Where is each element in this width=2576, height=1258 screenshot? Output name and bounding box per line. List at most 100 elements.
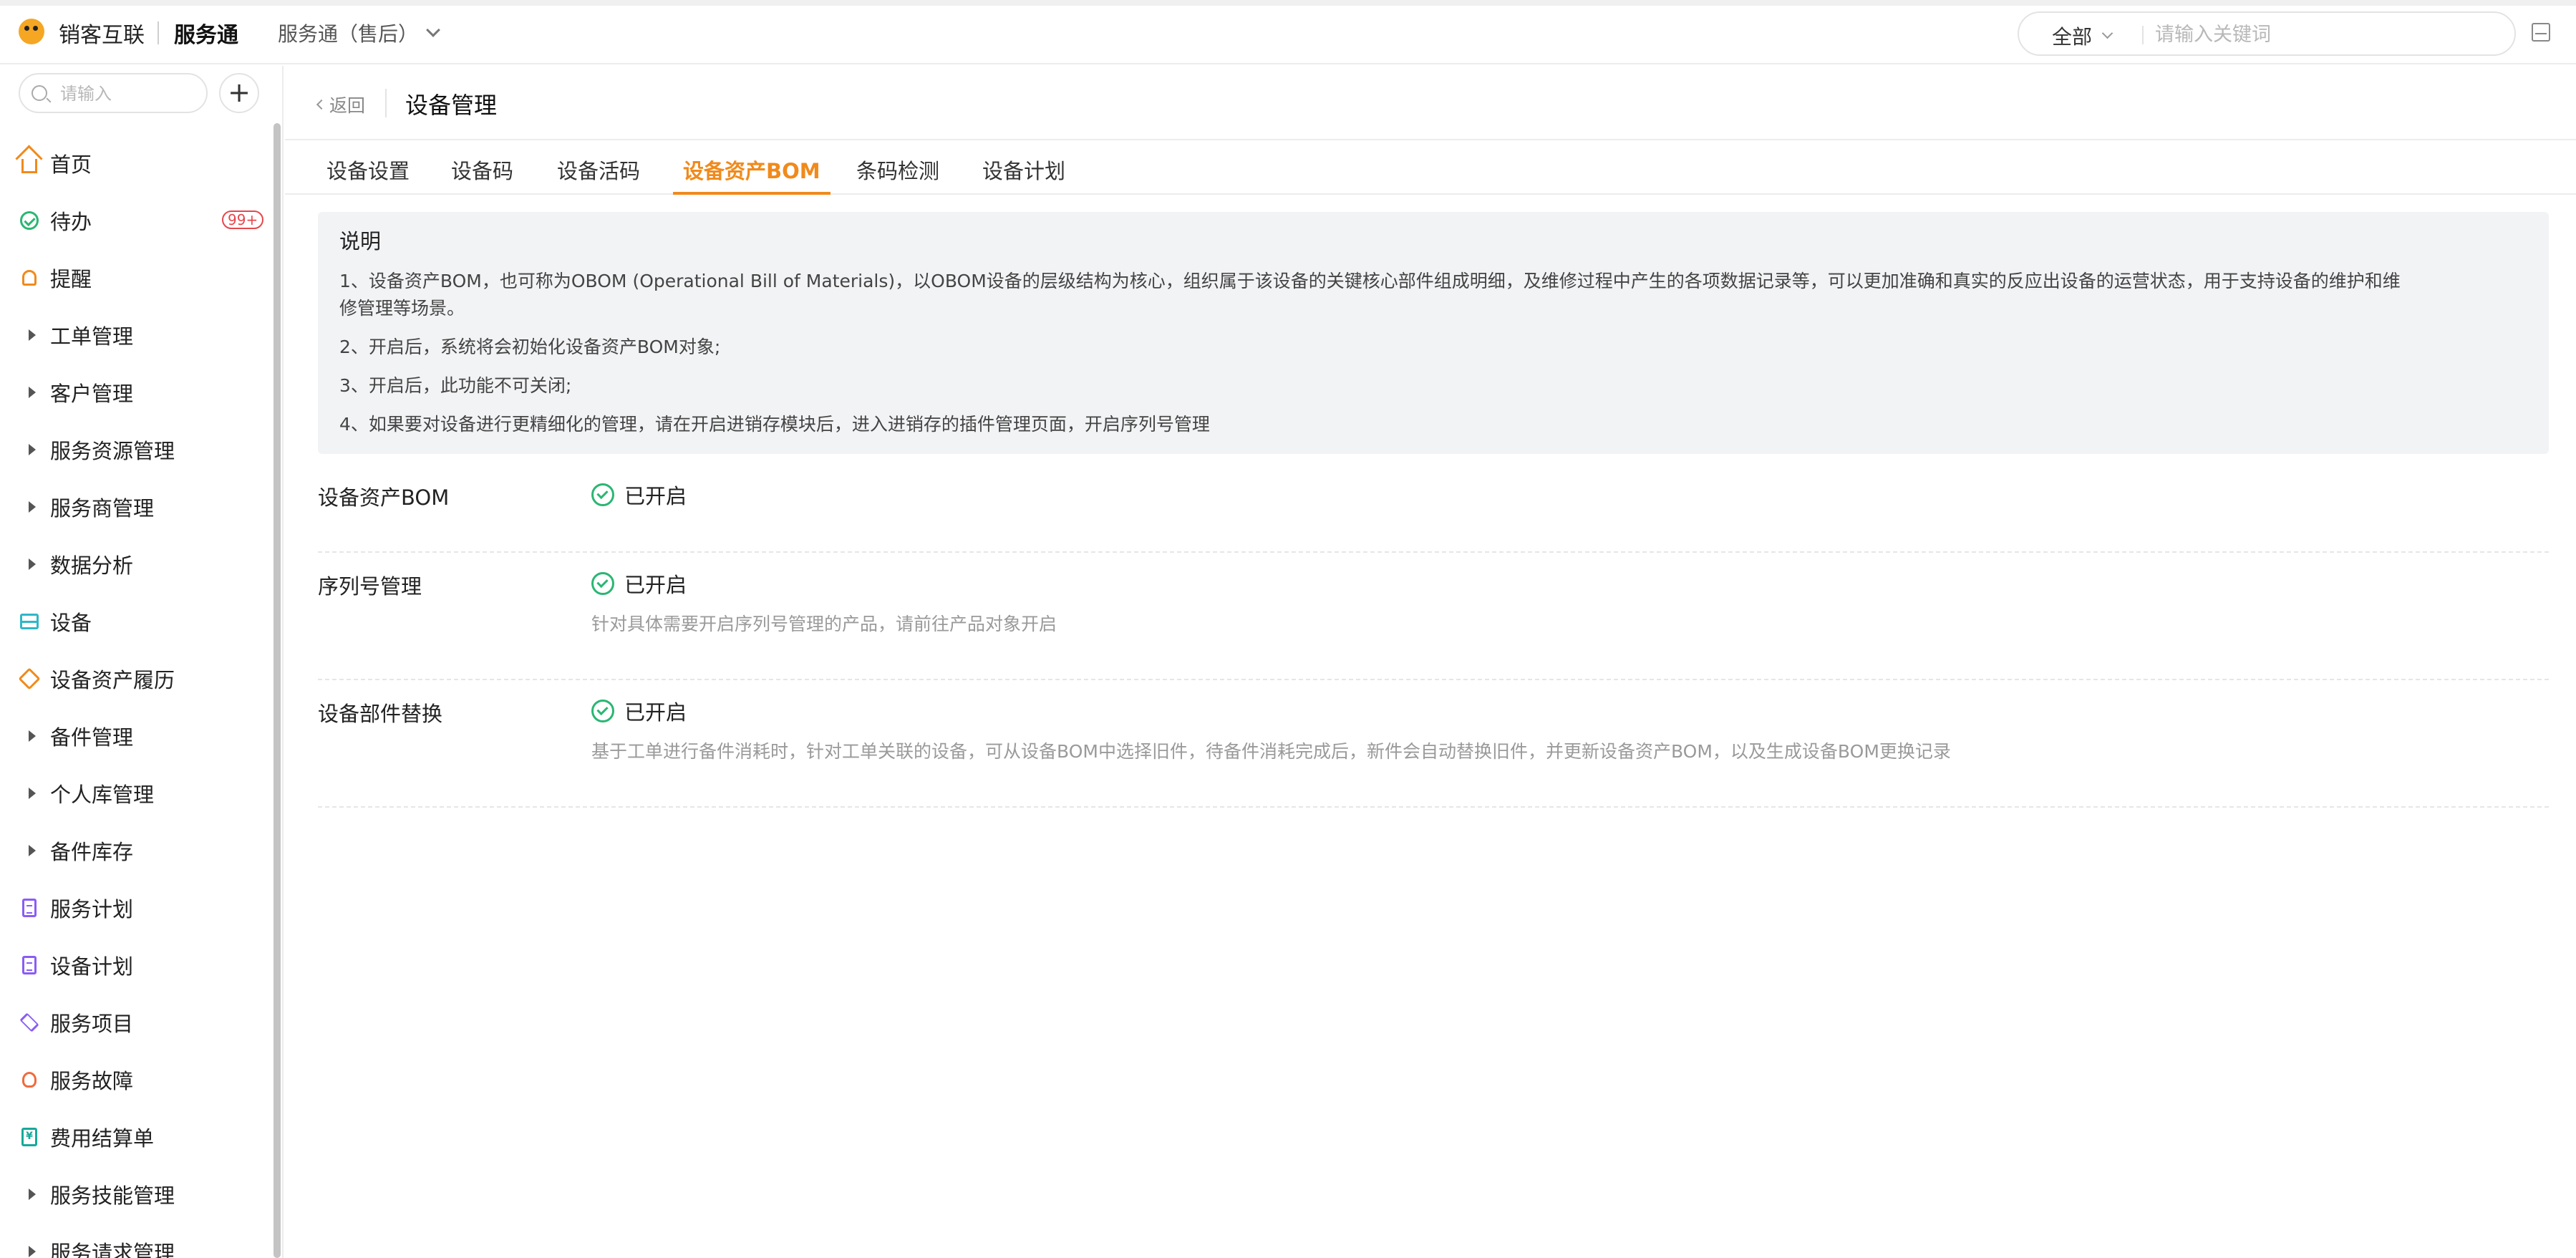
caret-right-icon xyxy=(19,324,40,346)
brand-divider xyxy=(158,21,159,44)
sidebar-item-label: 备件库存 xyxy=(50,840,134,864)
sidebar-item-label: 首页 xyxy=(50,153,92,177)
tab-device-settings[interactable]: 设备设置 xyxy=(326,155,410,195)
caret-right-icon xyxy=(19,439,40,460)
setting-status[interactable]: 已开启 xyxy=(591,480,687,510)
sidebar-item-label: 客户管理 xyxy=(50,382,134,406)
setting-label: 序列号管理 xyxy=(318,574,422,599)
sidebar-item-service-faults[interactable]: 服务故障 xyxy=(0,1051,272,1108)
tab-bar: 设备设置 设备码 设备活码 设备资产BOM 条码检测 设备计划 xyxy=(285,142,2576,195)
sidebar-item-label: 服务技能管理 xyxy=(50,1184,175,1208)
sidebar-item-parts-inventory[interactable]: 备件库存 xyxy=(0,822,272,879)
sidebar-item-label: 数据分析 xyxy=(50,553,134,578)
document-icon xyxy=(19,954,40,976)
setting-row-asset-bom: 设备资产BOM 已开启 xyxy=(318,470,2549,553)
sidebar-item-service-requests[interactable]: 服务请求管理 xyxy=(0,1223,272,1258)
caret-right-icon xyxy=(19,783,40,804)
todo-count-badge: 99+ xyxy=(222,211,264,229)
info-line: 1、设备资产BOM，也可称为OBOM (Operational Bill of … xyxy=(339,271,2401,319)
sidebar-item-home[interactable]: 首页 xyxy=(0,135,272,192)
sidebar-item-reminder[interactable]: 提醒 xyxy=(0,249,272,306)
bill-icon: ¥ xyxy=(19,1126,40,1148)
chevron-left-icon xyxy=(316,99,327,110)
back-button[interactable]: 返回 xyxy=(316,92,366,117)
top-shadow xyxy=(0,0,2576,6)
sidebar-item-label: 费用结算单 xyxy=(50,1126,155,1151)
app-switcher[interactable]: 服务通（售后） xyxy=(278,19,440,47)
top-bar: 销客互联 服务通 服务通（售后） 全部 xyxy=(0,0,2576,64)
sidebar-item-label: 待办 xyxy=(50,210,92,234)
sidebar-scrollbar[interactable] xyxy=(273,123,281,1258)
check-circle-icon xyxy=(591,572,614,595)
sidebar-item-devices[interactable]: 设备 xyxy=(0,593,272,650)
tab-device-live-code[interactable]: 设备活码 xyxy=(557,155,640,195)
add-button[interactable]: + xyxy=(219,73,259,113)
sidebar-item-label: 服务请求管理 xyxy=(50,1241,175,1258)
check-circle-icon xyxy=(19,210,40,231)
sidebar-item-service-items[interactable]: 服务项目 xyxy=(0,994,272,1051)
sidebar-item-todo[interactable]: 待办 99+ xyxy=(0,192,272,249)
setting-row-part-replacement: 设备部件替换 已开启 基于工单进行备件消耗时，针对工单关联的设备，可从设备BOM… xyxy=(318,680,2549,808)
global-search-input[interactable] xyxy=(2155,20,2499,49)
check-circle-icon xyxy=(591,700,614,722)
tab-barcode-check[interactable]: 条码检测 xyxy=(856,155,939,195)
setting-status-label: 已开启 xyxy=(624,573,687,597)
caret-right-icon xyxy=(19,1241,40,1258)
sidebar-item-label: 服务故障 xyxy=(50,1069,134,1093)
caret-right-icon xyxy=(19,382,40,403)
gem-icon xyxy=(18,667,41,690)
back-label: 返回 xyxy=(329,95,366,116)
sidebar-nav: 首页 待办 99+ 提醒 工单管理 客户管理 服务资源管理 服务商管理 数据分析… xyxy=(0,135,272,1258)
setting-status[interactable]: 已开启 xyxy=(591,568,687,599)
chevron-down-icon xyxy=(2101,27,2113,39)
caret-right-icon xyxy=(19,725,40,747)
setting-description: 基于工单进行备件消耗时，针对工单关联的设备，可从设备BOM中选择旧件，待备件消耗… xyxy=(591,741,1951,762)
tab-device-code[interactable]: 设备码 xyxy=(451,155,513,195)
info-panel: 说明 1、设备资产BOM，也可称为OBOM (Operational Bill … xyxy=(318,212,2549,454)
sidebar-item-device-history[interactable]: 设备资产履历 xyxy=(0,650,272,707)
brand-logo-icon[interactable] xyxy=(19,19,44,44)
sidebar-item-label: 设备资产履历 xyxy=(50,668,175,692)
layers-icon xyxy=(19,1012,40,1033)
setting-label: 设备部件替换 xyxy=(318,702,443,726)
sidebar-item-label: 服务计划 xyxy=(50,897,134,921)
brand-name[interactable]: 销客互联 xyxy=(59,17,145,49)
sidebar-item-label: 服务商管理 xyxy=(50,496,155,521)
sidebar-item-label: 备件管理 xyxy=(50,725,134,750)
sidebar-item-service-resources[interactable]: 服务资源管理 xyxy=(0,421,272,478)
search-scope-select[interactable]: 全部 xyxy=(2052,21,2113,50)
check-circle-icon xyxy=(591,483,614,506)
app-switcher-label: 服务通（售后） xyxy=(278,22,419,46)
sidebar-item-label: 设备 xyxy=(50,611,92,635)
inbox-icon[interactable] xyxy=(2532,23,2550,42)
caret-right-icon xyxy=(19,553,40,575)
info-line: 3、开启后，此功能不可关闭; xyxy=(339,375,572,396)
sidebar-item-settlement[interactable]: ¥ 费用结算单 xyxy=(0,1108,272,1166)
sidebar-item-device-plans[interactable]: 设备计划 xyxy=(0,937,272,994)
sidebar-item-work-orders[interactable]: 工单管理 xyxy=(0,306,272,364)
chevron-down-icon xyxy=(426,23,440,37)
server-icon xyxy=(19,611,40,632)
search-icon xyxy=(32,85,47,101)
sidebar-item-label: 工单管理 xyxy=(50,324,134,349)
sidebar-item-label: 个人库管理 xyxy=(50,783,155,807)
sidebar-item-service-plans[interactable]: 服务计划 xyxy=(0,879,272,937)
sidebar-item-customers[interactable]: 客户管理 xyxy=(0,364,272,421)
sidebar-item-personal-stock[interactable]: 个人库管理 xyxy=(0,765,272,822)
caret-right-icon xyxy=(19,496,40,518)
sidebar-item-service-providers[interactable]: 服务商管理 xyxy=(0,478,272,536)
tab-device-asset-bom[interactable]: 设备资产BOM xyxy=(673,155,831,195)
bell-icon xyxy=(19,267,40,289)
sidebar-search xyxy=(19,73,208,113)
search-divider xyxy=(2142,26,2144,44)
sidebar-item-analytics[interactable]: 数据分析 xyxy=(0,536,272,593)
setting-status[interactable]: 已开启 xyxy=(591,696,687,726)
setting-label: 设备资产BOM xyxy=(318,485,450,510)
sidebar-item-label: 服务项目 xyxy=(50,1012,134,1036)
product-name[interactable]: 服务通 xyxy=(174,17,238,49)
sidebar-search-input[interactable] xyxy=(60,82,196,106)
info-line: 4、如果要对设备进行更精细化的管理，请在开启进销存模块后，进入进销存的插件管理页… xyxy=(339,414,1210,435)
sidebar-item-skills[interactable]: 服务技能管理 xyxy=(0,1166,272,1223)
tab-device-plan[interactable]: 设备计划 xyxy=(982,155,1065,195)
sidebar-item-spare-parts[interactable]: 备件管理 xyxy=(0,707,272,765)
